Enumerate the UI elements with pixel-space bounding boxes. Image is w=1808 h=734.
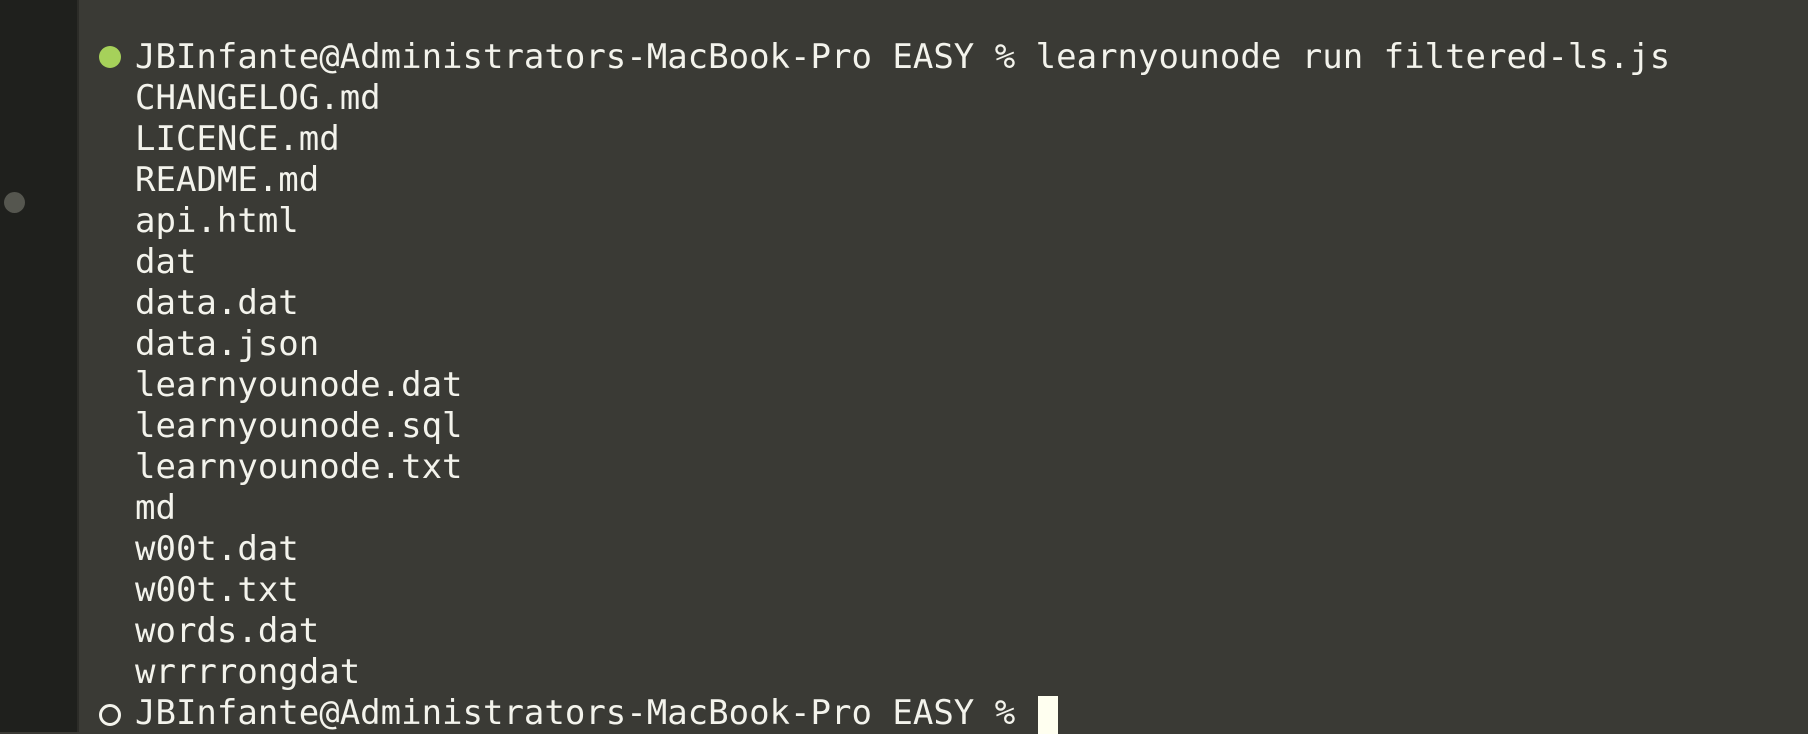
- left-gutter: [0, 0, 79, 732]
- output-line: learnyounode.sql: [135, 406, 463, 446]
- output-line: CHANGELOG.md: [135, 78, 381, 118]
- scroll-mark-icon[interactable]: [4, 192, 25, 213]
- output-line: words.dat: [135, 611, 320, 651]
- current-prompt-line[interactable]: JBInfante@Administrators-MacBook-Pro EAS…: [135, 693, 1058, 734]
- current-prompt: JBInfante@Administrators-MacBook-Pro EAS…: [135, 693, 1036, 733]
- output-line: learnyounode.txt: [135, 447, 463, 487]
- output-line: learnyounode.dat: [135, 365, 463, 405]
- output-line: w00t.txt: [135, 570, 299, 610]
- command-success-marker-icon[interactable]: [99, 46, 121, 68]
- command-pending-marker-icon[interactable]: [99, 704, 121, 726]
- output-line: wrrrrongdat: [135, 652, 361, 692]
- text-cursor: [1037, 695, 1058, 734]
- output-line: dat: [135, 242, 197, 282]
- command-line: JBInfante@Administrators-MacBook-Pro EAS…: [135, 37, 1671, 77]
- output-line: data.json: [135, 324, 320, 364]
- output-line: md: [135, 488, 176, 528]
- output-line: w00t.dat: [135, 529, 299, 569]
- output-line: LICENCE.md: [135, 119, 340, 159]
- output-line: data.dat: [135, 283, 299, 323]
- terminal-pane[interactable]: JBInfante@Administrators-MacBook-Pro EAS…: [79, 0, 1808, 734]
- output-line: api.html: [135, 201, 299, 241]
- output-line: README.md: [135, 160, 320, 200]
